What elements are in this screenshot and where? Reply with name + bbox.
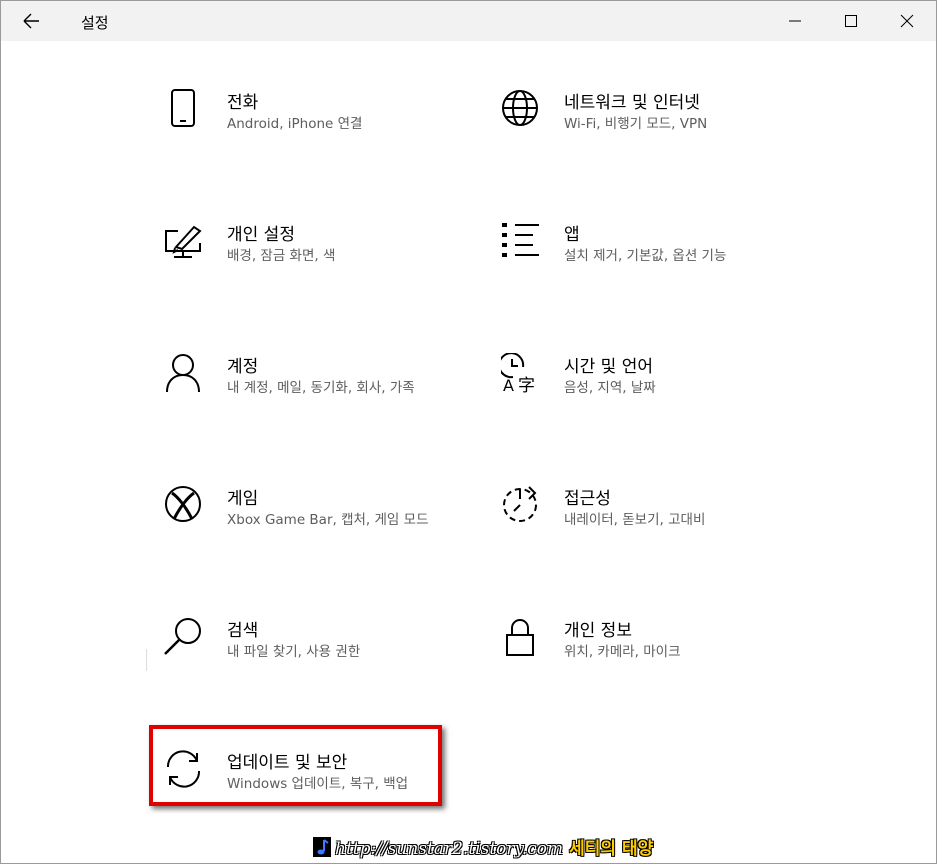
close-button[interactable] <box>884 1 930 41</box>
settings-window: 설정 전화 Android, iPhone 연결 네트워크 및 인터넷 Wi-F… <box>0 0 937 864</box>
svg-text:字: 字 <box>518 376 535 393</box>
highlight-box <box>149 725 442 806</box>
lock-icon <box>501 617 541 657</box>
item-description: 내레이터, 돋보기, 고대비 <box>564 512 706 528</box>
item-description: 위치, 카메라, 마이크 <box>564 644 681 660</box>
close-icon <box>900 14 914 28</box>
item-name: 개인 설정 <box>227 225 295 245</box>
music-note-icon <box>313 837 331 857</box>
item-description: 배경, 잠금 화면, 색 <box>227 248 336 264</box>
item-description: 음성, 지역, 날짜 <box>564 380 656 396</box>
watermark: http://sunstar2.tistory.com 세티의 태양 <box>313 834 653 860</box>
search-icon <box>164 617 204 657</box>
apps-list-icon <box>501 221 541 261</box>
globe-icon <box>501 89 541 129</box>
item-name: 앱 <box>564 225 580 245</box>
settings-item-personalization[interactable]: 개인 설정 배경, 잠금 화면, 색 <box>164 221 484 311</box>
time-language-icon: A字 <box>498 352 541 396</box>
settings-item-accessibility[interactable]: 접근성 내레이터, 돋보기, 고대비 <box>501 485 821 575</box>
back-arrow-icon <box>23 13 39 29</box>
item-name: 검색 <box>227 621 259 641</box>
xbox-icon <box>164 485 204 525</box>
maximize-icon <box>845 15 857 27</box>
back-button[interactable] <box>15 7 47 35</box>
svg-text:A: A <box>503 376 514 393</box>
settings-item-network[interactable]: 네트워크 및 인터넷 Wi-Fi, 비행기 모드, VPN <box>501 89 821 179</box>
item-name: 개인 정보 <box>564 621 632 641</box>
item-description: Android, iPhone 연결 <box>227 116 363 132</box>
item-description: 내 계정, 메일, 동기화, 회사, 가족 <box>227 380 415 396</box>
settings-item-apps[interactable]: 앱 설치 제거, 기본값, 옵션 기능 <box>501 221 821 311</box>
settings-item-time-language[interactable]: A字 시간 및 언어 음성, 지역, 날짜 <box>498 352 821 443</box>
person-icon <box>164 353 204 393</box>
accessibility-timer-icon <box>501 485 541 525</box>
maximize-button[interactable] <box>828 1 874 41</box>
minimize-button[interactable] <box>772 1 818 41</box>
settings-item-accounts[interactable]: 계정 내 계정, 메일, 동기화, 회사, 가족 <box>164 353 484 443</box>
title-bar: 설정 <box>1 1 936 41</box>
item-name: 네트워크 및 인터넷 <box>564 93 700 113</box>
item-name: 게임 <box>227 489 259 509</box>
settings-item-gaming[interactable]: 게임 Xbox Game Bar, 캡처, 게임 모드 <box>164 485 484 575</box>
item-description: 내 파일 찾기, 사용 권한 <box>227 644 361 660</box>
settings-item-search[interactable]: 검색 내 파일 찾기, 사용 권한 <box>164 617 484 707</box>
phone-icon <box>164 89 204 129</box>
settings-item-phone[interactable]: 전화 Android, iPhone 연결 <box>164 89 484 179</box>
divider <box>146 649 147 671</box>
item-description: Wi-Fi, 비행기 모드, VPN <box>564 116 708 132</box>
item-description: Xbox Game Bar, 캡처, 게임 모드 <box>227 512 429 528</box>
watermark-url: http://sunstar2.tistory.com <box>335 839 564 859</box>
minimize-icon <box>789 20 801 22</box>
item-name: 전화 <box>227 93 259 113</box>
item-description: 설치 제거, 기본값, 옵션 기능 <box>564 248 727 264</box>
item-name: 계정 <box>227 357 259 377</box>
window-title: 설정 <box>81 14 109 32</box>
personalization-icon <box>164 221 204 261</box>
item-name: 시간 및 언어 <box>564 357 654 377</box>
settings-item-privacy[interactable]: 개인 정보 위치, 카메라, 마이크 <box>501 617 821 707</box>
watermark-name: 세티의 태양 <box>569 839 654 859</box>
item-name: 접근성 <box>564 489 611 509</box>
